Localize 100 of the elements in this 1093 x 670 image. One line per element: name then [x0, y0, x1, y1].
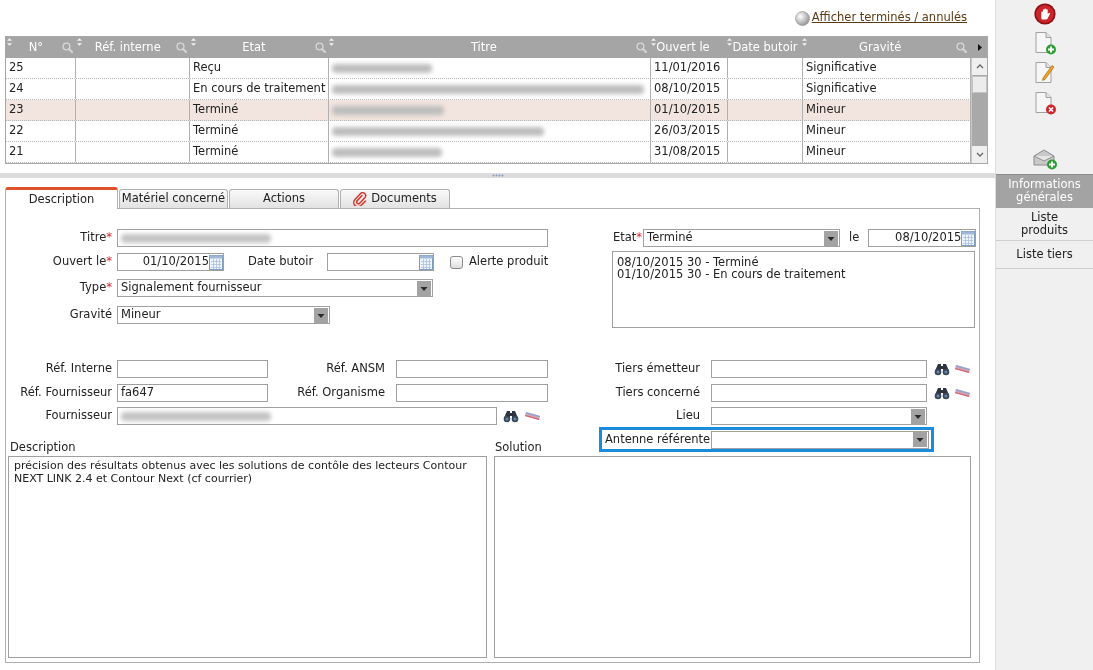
sort-icon[interactable]	[802, 38, 808, 46]
field-label: Réf. Interne	[45, 360, 112, 378]
table-cell: 01/10/2015	[654, 101, 721, 119]
history-entry: 08/10/2015 30 - Terminé	[617, 256, 759, 268]
tab[interactable]: Matériel concerné	[119, 189, 228, 208]
table-cell: 21	[9, 143, 24, 161]
table-row[interactable]: 24 En cours de traitement 08/10/2015 Significative	[6, 79, 971, 100]
search-icon[interactable]	[62, 42, 74, 53]
paperclip-icon	[353, 192, 368, 206]
dropdown-field[interactable]: Mineur	[117, 306, 330, 324]
table-cell: Mineur	[806, 101, 846, 119]
table-cell: 31/08/2015	[654, 143, 721, 161]
eraser-icon[interactable]	[955, 387, 971, 399]
calendar-icon[interactable]	[419, 254, 433, 270]
field-label: Réf. Organisme	[297, 384, 385, 402]
field-label: Titre*	[80, 229, 112, 247]
eraser-icon[interactable]	[955, 363, 971, 375]
calendar-icon[interactable]	[961, 230, 976, 246]
table-cell: Mineur	[806, 143, 846, 161]
sort-icon[interactable]	[650, 38, 656, 46]
table-cell: 25	[9, 59, 24, 77]
text-field[interactable]: fa647	[117, 384, 268, 402]
scroll-down-button[interactable]	[972, 146, 987, 163]
scrollbar-thumb[interactable]	[972, 76, 987, 93]
field-label: Fournisseur	[45, 407, 112, 425]
field-label: Description	[10, 438, 76, 456]
binoculars-icon[interactable]	[934, 362, 950, 376]
table-cell: Terminé	[193, 143, 239, 161]
search-icon[interactable]	[636, 42, 648, 53]
new-document-icon[interactable]	[1032, 31, 1057, 55]
field-label: Solution	[495, 438, 542, 456]
table-row[interactable]: 21 Terminé 31/08/2015 Mineur	[6, 142, 971, 163]
sort-icon[interactable]	[76, 38, 82, 46]
search-icon[interactable]	[176, 42, 188, 53]
eraser-icon[interactable]	[525, 410, 541, 422]
sort-icon[interactable]	[190, 38, 196, 46]
text-field[interactable]	[117, 229, 548, 247]
solution-field[interactable]	[494, 456, 971, 658]
field-label: Réf. ANSM	[326, 360, 385, 378]
delete-document-icon[interactable]	[1032, 91, 1057, 115]
binoculars-icon[interactable]	[934, 386, 950, 400]
text-field[interactable]	[396, 384, 548, 402]
sidebar-item[interactable]: Liste produits	[996, 208, 1093, 241]
dropdown-field[interactable]: Signalement fournisseur	[117, 279, 433, 297]
field-label: le	[849, 229, 860, 247]
grip-icon[interactable]	[491, 174, 504, 177]
stop-hand-icon[interactable]	[1033, 3, 1056, 25]
binoculars-icon[interactable]	[503, 409, 519, 423]
caret-icon[interactable]	[978, 44, 982, 51]
text-field[interactable]	[117, 360, 268, 378]
dropdown-field[interactable]	[711, 407, 927, 425]
date-field[interactable]	[327, 253, 434, 271]
table-row[interactable]: 23 Terminé 01/10/2015 Mineur	[6, 100, 971, 121]
field-label: Ouvert le*	[52, 253, 112, 271]
table-cell: Reçu	[193, 59, 222, 77]
table-cell: 22	[9, 122, 24, 140]
table-row[interactable]: 22 Terminé 26/03/2015 Mineur	[6, 121, 971, 142]
description-field[interactable]: précision des résultats obtenus avec les solutions de contôle des lecteurs Contour NEXT LINK 2.4 et Contour Next (cf courrier)	[8, 456, 487, 658]
show-closed-link[interactable]: Afficher terminés / annulés	[794, 9, 967, 27]
field-label: Etat*	[613, 229, 643, 247]
table-cell: En cours de traitement	[193, 80, 326, 98]
dropdown-field[interactable]	[711, 430, 930, 449]
table-cell: 08/10/2015	[654, 80, 721, 98]
table-cell: 23	[9, 101, 24, 119]
tab[interactable]: Actions	[229, 189, 339, 208]
text-field[interactable]	[117, 407, 497, 425]
checkbox[interactable]	[450, 255, 463, 269]
field-label: Date butoir	[248, 253, 314, 271]
search-icon[interactable]	[955, 42, 967, 53]
field-label: Réf. Fournisseur	[20, 384, 112, 402]
date-field[interactable]: 01/10/2015	[117, 253, 224, 271]
table-cell: Significative	[806, 80, 877, 98]
search-icon[interactable]	[314, 42, 326, 53]
edit-document-icon[interactable]	[1032, 61, 1057, 85]
ball-icon	[794, 10, 810, 26]
tab[interactable]: Documents	[340, 189, 450, 208]
tab[interactable]: Description	[5, 187, 118, 209]
sort-icon[interactable]	[329, 38, 335, 46]
calendar-icon[interactable]	[209, 254, 223, 270]
text-field[interactable]	[396, 360, 548, 378]
table-cell: Terminé	[193, 122, 239, 140]
chevron-up-icon	[975, 64, 984, 69]
chevron-down-icon	[975, 152, 984, 157]
dropdown-field[interactable]: Terminé	[643, 229, 841, 247]
text-field[interactable]	[711, 360, 927, 378]
field-label: Antenne référente	[605, 430, 711, 448]
table-cell: 11/01/2016	[654, 59, 721, 77]
sidebar-item[interactable]: Liste tiers	[996, 241, 1093, 269]
field-label: Type*	[79, 279, 112, 297]
date-field[interactable]: 08/10/2015	[868, 229, 977, 247]
field-label: Tiers émetteur	[615, 360, 700, 378]
field-label: Tiers concerné	[615, 384, 700, 402]
sort-icon[interactable]	[7, 38, 12, 46]
checkbox-label[interactable]: Alerte produit	[469, 253, 549, 271]
scroll-up-button[interactable]	[972, 58, 987, 75]
sort-icon[interactable]	[727, 38, 733, 46]
history-entry: 01/10/2015 30 - En cours de traitement	[617, 268, 846, 280]
table-cell: Significative	[806, 59, 877, 77]
table-row[interactable]: 25 Reçu 11/01/2016 Significative	[6, 58, 971, 79]
text-field[interactable]	[711, 384, 927, 402]
